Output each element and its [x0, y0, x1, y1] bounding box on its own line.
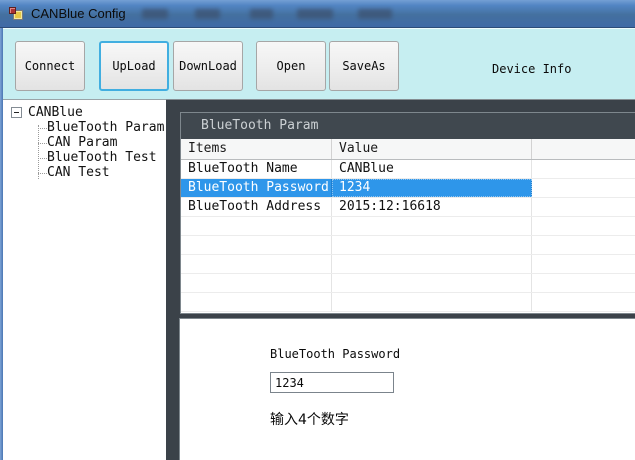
- empty-cell: [532, 160, 635, 178]
- table-empty-row: [181, 236, 635, 255]
- password-hint-text: 输入4个数字: [270, 409, 349, 429]
- open-button[interactable]: Open: [256, 41, 326, 91]
- item-cell[interactable]: BlueTooth Name: [181, 160, 332, 178]
- tree-node-can-param[interactable]: CAN Param: [3, 135, 166, 150]
- column-header-value: Value: [332, 139, 532, 159]
- column-header-items: Items: [181, 139, 332, 159]
- password-field-label: BlueTooth Password: [270, 347, 400, 361]
- device-info-title: Device Info: [492, 63, 607, 75]
- redacted-menu-item[interactable]: [358, 9, 392, 19]
- tree-node-bluetooth-param[interactable]: BlueTooth Param: [3, 120, 166, 135]
- tree-root-label[interactable]: CANBlue: [28, 105, 83, 120]
- column-header-empty: [532, 139, 635, 159]
- redacted-menu-item[interactable]: [195, 9, 220, 19]
- table-row-bluetooth-address[interactable]: BlueTooth Address 2015:12:16618: [181, 198, 635, 217]
- item-cell[interactable]: BlueTooth Password: [181, 179, 332, 197]
- table-empty-row: [181, 255, 635, 274]
- navigation-tree: CANBlue BlueTooth Param CAN Param BlueTo…: [3, 99, 166, 460]
- app-window-icon: [9, 6, 25, 22]
- password-editor-panel: BlueTooth Password 输入4个数字: [179, 318, 635, 460]
- saveas-button[interactable]: SaveAs: [329, 41, 399, 91]
- bluetooth-param-panel: BlueTooth Param Items Value BlueTooth Na…: [180, 112, 635, 314]
- table-empty-row: [181, 274, 635, 293]
- table-empty-row: [181, 217, 635, 236]
- item-cell[interactable]: BlueTooth Address: [181, 198, 332, 216]
- password-input[interactable]: [270, 372, 394, 393]
- redacted-menu-item[interactable]: [142, 9, 168, 19]
- table-empty-row: [181, 293, 635, 312]
- value-cell[interactable]: CANBlue: [332, 160, 532, 178]
- titlebar: CANBlue Config: [0, 0, 635, 28]
- param-table: Items Value BlueTooth Name CANBlue BlueT…: [181, 139, 635, 313]
- tree-node-canblue[interactable]: CANBlue: [3, 105, 166, 120]
- empty-cell: [532, 198, 635, 216]
- app-icon-red-square: [9, 7, 16, 14]
- redacted-menu-item[interactable]: [297, 9, 333, 19]
- empty-cell: [532, 179, 635, 197]
- connect-button[interactable]: Connect: [15, 41, 85, 91]
- tree-node-can-test[interactable]: CAN Test: [3, 165, 166, 180]
- value-cell[interactable]: 1234: [332, 179, 532, 197]
- redacted-menu-item[interactable]: [250, 9, 273, 19]
- panel-title: BlueTooth Param: [181, 113, 635, 139]
- collapse-expander-icon[interactable]: [11, 107, 22, 118]
- table-header-row: Items Value: [181, 139, 635, 160]
- upload-button[interactable]: UpLoad: [99, 41, 169, 91]
- value-cell[interactable]: 2015:12:16618: [332, 198, 532, 216]
- table-row-bluetooth-name[interactable]: BlueTooth Name CANBlue: [181, 160, 635, 179]
- tree-node-bluetooth-test[interactable]: BlueTooth Test: [3, 150, 166, 165]
- download-button[interactable]: DownLoad: [173, 41, 243, 91]
- toolbar: Connect UpLoad DownLoad Open SaveAs Devi…: [0, 28, 635, 99]
- window-title: CANBlue Config: [31, 6, 126, 21]
- table-row-bluetooth-password[interactable]: BlueTooth Password 1234: [181, 179, 635, 198]
- main-content-area: BlueTooth Param Items Value BlueTooth Na…: [166, 99, 635, 460]
